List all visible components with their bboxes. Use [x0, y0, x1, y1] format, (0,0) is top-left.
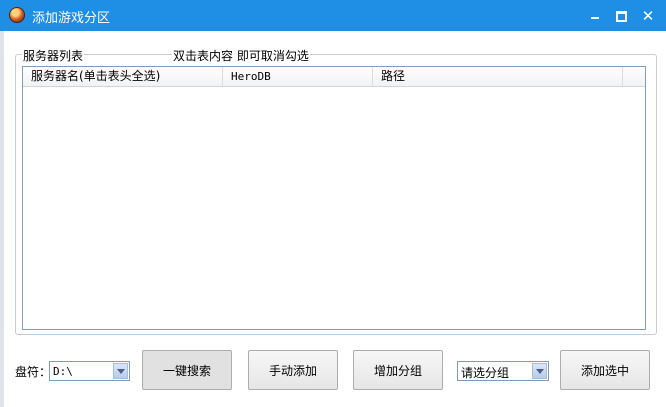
- group-select-value: 请选分组: [461, 366, 510, 380]
- app-icon: [9, 7, 25, 23]
- dropdown-arrow-button[interactable]: [532, 363, 547, 379]
- add-selected-button[interactable]: 添加选中: [560, 350, 650, 390]
- window-title: 添加游戏分区: [32, 11, 111, 26]
- minimize-button[interactable]: [585, 6, 605, 26]
- server-list-table[interactable]: 服务器名(单击表头全选) HeroDB 路径: [22, 66, 646, 330]
- close-icon: ✕: [641, 7, 655, 25]
- add-group-button[interactable]: 增加分组: [353, 350, 443, 390]
- column-header-filler: [623, 67, 645, 86]
- server-list-label: 服务器列表: [22, 47, 85, 64]
- maximize-button[interactable]: [611, 6, 631, 26]
- drive-label: 盘符：: [15, 365, 52, 379]
- one-click-search-button[interactable]: 一键搜索: [142, 350, 232, 390]
- chevron-down-icon: [116, 368, 125, 374]
- maximize-icon: [615, 10, 627, 22]
- column-header-herodb[interactable]: HeroDB: [223, 67, 373, 86]
- table-header: 服务器名(单击表头全选) HeroDB 路径: [23, 67, 645, 87]
- minimize-icon: [591, 17, 599, 19]
- background-window-edge: [0, 31, 4, 407]
- close-button[interactable]: ✕: [638, 6, 658, 26]
- chevron-down-icon: [535, 368, 544, 374]
- drive-select[interactable]: D:\: [49, 361, 130, 381]
- title-bar: 添加游戏分区 ✕: [0, 0, 666, 31]
- drive-select-value: D:\: [53, 365, 73, 378]
- column-header-path[interactable]: 路径: [373, 67, 623, 86]
- group-select[interactable]: 请选分组: [457, 361, 549, 381]
- manual-add-button[interactable]: 手动添加: [248, 350, 338, 390]
- column-header-server-name[interactable]: 服务器名(单击表头全选): [23, 67, 223, 86]
- deselect-hint: 双击表内容 即可取消勾选: [172, 47, 310, 64]
- dropdown-arrow-button[interactable]: [113, 363, 128, 379]
